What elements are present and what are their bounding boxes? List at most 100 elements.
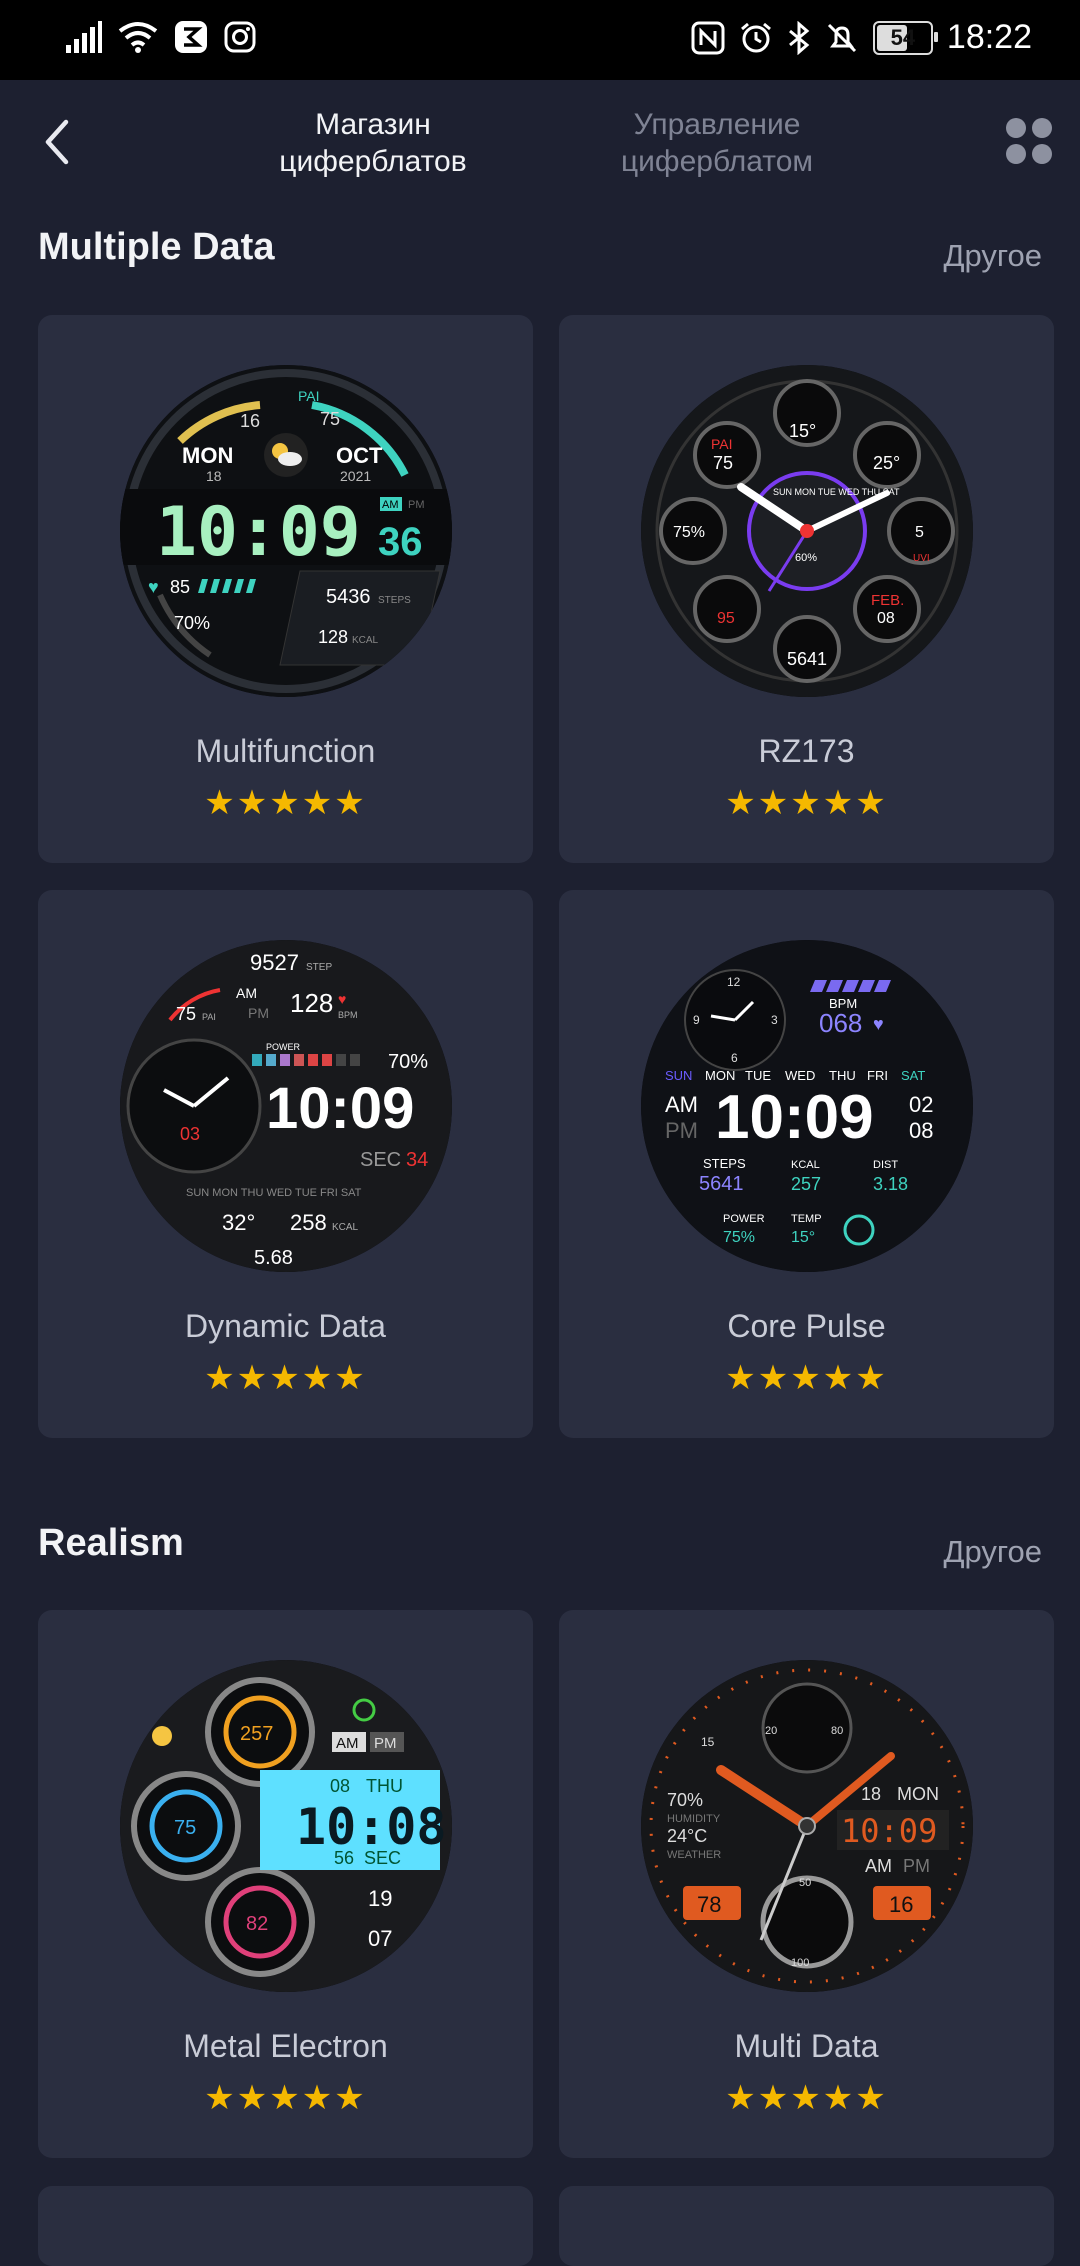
svg-text:32°: 32° (222, 1210, 255, 1235)
svg-text:20: 20 (765, 1725, 777, 1737)
svg-text:02: 02 (909, 1092, 933, 1117)
categories-grid-icon[interactable] (1004, 116, 1054, 166)
svg-text:WEATHER: WEATHER (667, 1849, 721, 1861)
svg-text:PM: PM (665, 1118, 698, 1143)
watchface-card-partial[interactable] (38, 2186, 533, 2266)
watchface-preview: 16 75 PAI MON 18 OCT 2021 10:09 AM PM 36… (120, 365, 452, 697)
svg-text:OCT: OCT (336, 443, 383, 468)
svg-text:SEC: SEC (364, 1848, 401, 1868)
svg-text:FEB.: FEB. (871, 592, 904, 609)
svg-text:5: 5 (915, 524, 924, 541)
svg-text:34: 34 (406, 1149, 428, 1171)
svg-text:24°C: 24°C (667, 1826, 707, 1846)
svg-text:PAI: PAI (202, 1012, 216, 1022)
bluetooth-icon (788, 20, 810, 55)
watchface-card-core-pulse[interactable]: 12 9 3 6 BPM 068 ♥ SUN MON TUE WED THU F… (559, 890, 1054, 1438)
svg-text:STEPS: STEPS (378, 595, 411, 606)
svg-text:TEMP: TEMP (791, 1213, 822, 1225)
signal-icon (66, 21, 102, 53)
nfc-icon (691, 21, 725, 54)
svg-text:15°: 15° (789, 421, 816, 441)
back-arrow-icon[interactable] (28, 112, 88, 172)
svg-text:80: 80 (831, 1725, 843, 1737)
status-bar: 54 18:22 (0, 0, 1080, 80)
svg-text:07: 07 (368, 1926, 392, 1951)
svg-text:10:09: 10:09 (841, 1812, 937, 1850)
svg-text:THU: THU (366, 1776, 403, 1796)
rating-stars: ★★★★★ (204, 784, 367, 822)
tab-watchface-store[interactable]: Магазин циферблатов (243, 106, 503, 180)
svg-text:75%: 75% (673, 524, 705, 541)
svg-text:75%: 75% (723, 1229, 755, 1246)
svg-text:12: 12 (727, 975, 741, 989)
section-more-link[interactable]: Другое (944, 238, 1043, 274)
rating-stars: ★★★★★ (725, 2079, 888, 2117)
svg-text:STEP: STEP (306, 962, 332, 973)
svg-text:♥: ♥ (148, 577, 159, 597)
svg-text:UVI: UVI (913, 553, 930, 564)
svg-text:PM: PM (903, 1856, 930, 1876)
top-nav: Магазин циферблатов Управление циферблат… (0, 80, 1080, 210)
rating-stars: ★★★★★ (725, 784, 888, 822)
section-title-multiple-data: Multiple Data (38, 226, 275, 268)
svg-text:75: 75 (713, 453, 733, 473)
svg-text:POWER: POWER (723, 1213, 765, 1225)
svg-text:257: 257 (240, 1723, 273, 1745)
watchface-card-dynamic-data[interactable]: 9527 STEP AM PM 128 ♥ BPM 75 PAI POWER 7… (38, 890, 533, 1438)
svg-text:15: 15 (701, 1735, 715, 1749)
svg-text:TUE: TUE (745, 1068, 771, 1083)
svg-text:5436: 5436 (326, 586, 371, 608)
svg-text:08: 08 (877, 610, 895, 627)
svg-text:WED: WED (785, 1068, 815, 1083)
svg-text:DIST: DIST (873, 1159, 898, 1171)
svg-text:SEC: SEC (360, 1149, 401, 1171)
svg-text:75: 75 (174, 1817, 196, 1839)
rating-stars: ★★★★★ (204, 1359, 367, 1397)
svg-text:25°: 25° (873, 453, 900, 473)
instagram-icon (224, 21, 256, 53)
svg-text:PM: PM (374, 1735, 397, 1752)
watchface-name: RZ173 (758, 733, 855, 769)
watchface-name: Multifunction (195, 733, 376, 769)
svg-text:03: 03 (180, 1124, 200, 1144)
svg-text:60%: 60% (795, 552, 817, 564)
svg-text:100: 100 (791, 1957, 809, 1969)
watchface-card-rz173[interactable]: 15° PAI 75 25° 75% 5 UVI FEB. 08 5641 95… (559, 315, 1054, 863)
svg-text:THU: THU (829, 1068, 856, 1083)
watchface-card-metal-electron[interactable]: 257 75 82 AM PM 08 THU 10:08 56 SEC 19 0… (38, 1610, 533, 2158)
svg-text:128: 128 (318, 627, 348, 647)
svg-text:128: 128 (290, 988, 333, 1018)
svg-text:08: 08 (330, 1776, 350, 1796)
svg-text:068: 068 (819, 1008, 862, 1038)
svg-text:08: 08 (909, 1118, 933, 1143)
watchface-name: Core Pulse (727, 1308, 886, 1344)
app-notification-icon (175, 21, 207, 53)
svg-text:70%: 70% (174, 613, 210, 633)
watchface-preview: 20 80 50 100 70% HUMIDITY 24°C WEATHER 1… (641, 1660, 973, 1992)
svg-text:10:09: 10:09 (156, 493, 361, 572)
svg-text:SAT: SAT (901, 1068, 925, 1083)
watchface-card-multifunction[interactable]: 16 75 PAI MON 18 OCT 2021 10:09 AM PM 36… (38, 315, 533, 863)
svg-text:SUN: SUN (665, 1068, 692, 1083)
svg-text:KCAL: KCAL (352, 635, 379, 646)
tab-watchface-management[interactable]: Управление циферблатом (587, 106, 847, 180)
svg-text:KCAL: KCAL (332, 1222, 359, 1233)
svg-text:36: 36 (378, 520, 423, 564)
watchface-preview: 257 75 82 AM PM 08 THU 10:08 56 SEC 19 0… (120, 1660, 452, 1992)
battery-icon: 54 (872, 20, 938, 55)
svg-text:10:09: 10:09 (266, 1076, 414, 1141)
watchface-card-multi-data[interactable]: 20 80 50 100 70% HUMIDITY 24°C WEATHER 1… (559, 1610, 1054, 2158)
svg-text:257: 257 (791, 1174, 821, 1194)
section-more-link[interactable]: Другое (944, 1534, 1043, 1570)
svg-text:5.68: 5.68 (254, 1247, 293, 1269)
rating-stars: ★★★★★ (204, 2079, 367, 2117)
mute-bell-icon (827, 23, 856, 52)
svg-text:82: 82 (246, 1913, 268, 1935)
svg-text:2021: 2021 (340, 468, 371, 484)
svg-text:6: 6 (731, 1051, 738, 1065)
watchface-card-partial[interactable] (559, 2186, 1054, 2266)
svg-text:16: 16 (889, 1892, 913, 1917)
svg-text:POWER: POWER (266, 1042, 301, 1052)
svg-text:5641: 5641 (699, 1173, 744, 1195)
svg-text:50: 50 (799, 1877, 811, 1889)
